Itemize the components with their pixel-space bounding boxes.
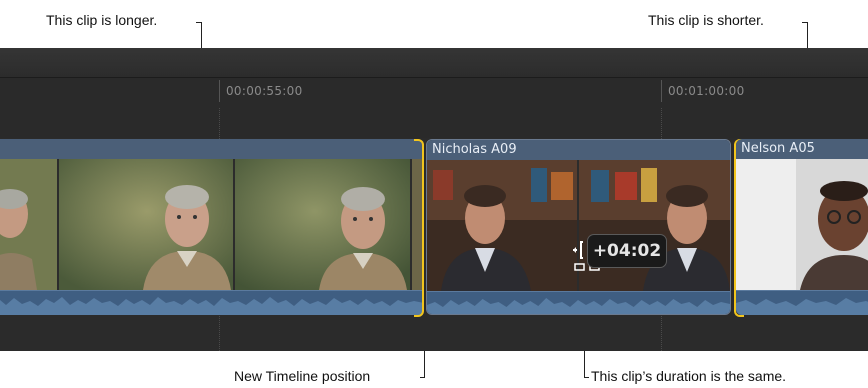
video-frame — [427, 160, 579, 291]
audio-waveform — [736, 290, 868, 315]
clip-nicholas-a09[interactable]: Nicholas A09 — [426, 139, 731, 315]
clip-header: Nicholas A09 — [427, 140, 730, 160]
clip-filmstrip — [0, 159, 424, 290]
clip-name: Nelson A05 — [741, 141, 815, 156]
callout-leader — [802, 22, 808, 23]
callout-leader — [420, 377, 425, 378]
clip-header — [0, 139, 424, 159]
timecode-label: 00:01:00:00 — [668, 84, 745, 98]
clip-name: Nicholas A09 — [432, 142, 517, 157]
clip-filmstrip — [736, 159, 868, 290]
video-frame — [736, 159, 868, 290]
audio-waveform — [0, 290, 424, 315]
timeline-toolbar — [0, 48, 868, 78]
timecode-label: 00:00:55:00 — [226, 84, 303, 98]
ruler-tick — [219, 80, 220, 102]
timeline-panel[interactable]: 00:00:55:00 00:01:00:00 Nicholas A09 +04… — [0, 48, 868, 351]
clip-longer[interactable] — [0, 139, 424, 315]
callout-clip-shorter: This clip is shorter. — [648, 12, 764, 28]
video-frame — [235, 159, 412, 290]
audio-waveform — [427, 291, 730, 314]
video-frame — [59, 159, 235, 290]
callout-leader — [584, 377, 589, 378]
callout-new-timeline-position: New Timeline position — [234, 368, 371, 384]
callout-same-duration: This clip’s duration is the same. — [591, 368, 787, 384]
timecode-ruler[interactable]: 00:00:55:00 00:01:00:00 — [0, 78, 868, 138]
callout-clip-longer: This clip is longer. — [46, 12, 158, 28]
ruler-tick — [661, 80, 662, 102]
callout-leader — [196, 22, 202, 23]
clip-header: Nelson A05 — [736, 139, 868, 159]
duration-change-readout: +04:02 — [587, 234, 667, 268]
clip-nelson-a05[interactable]: Nelson A05 — [736, 139, 868, 315]
video-frame — [0, 159, 59, 290]
trim-edge-bracket[interactable] — [414, 139, 424, 317]
